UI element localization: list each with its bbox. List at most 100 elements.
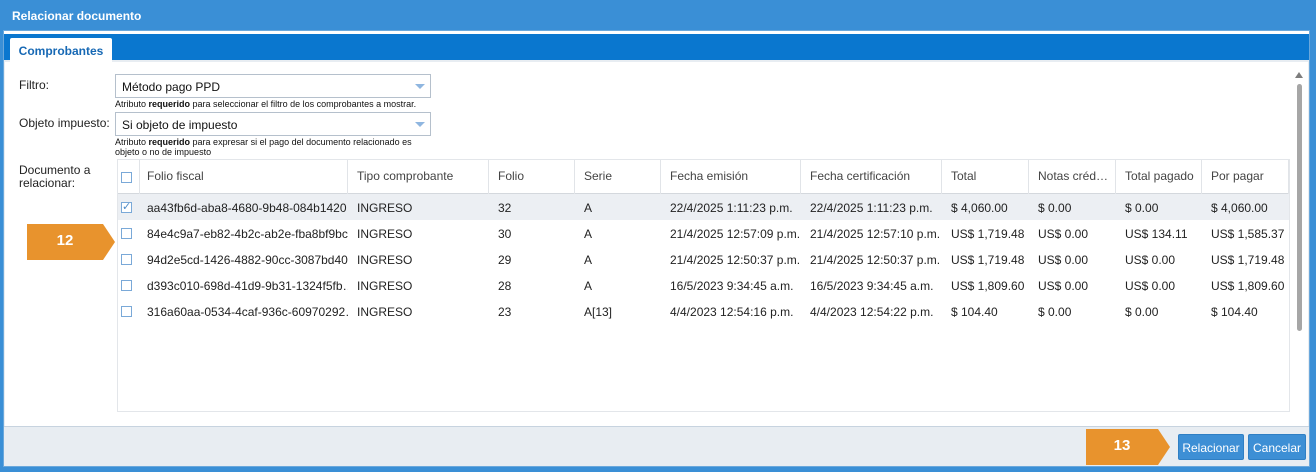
col-fecha-certificacion[interactable]: Fecha certificación (801, 160, 942, 194)
objeto-impuesto-select[interactable]: Si objeto de impuesto (115, 112, 431, 136)
cell-serie: A (584, 279, 593, 293)
col-total[interactable]: Total (942, 160, 1029, 194)
cell-fecha-emision: 22/4/2025 1:11:23 p.m. (670, 201, 793, 215)
grid-header: Folio fiscal Tipo comprobante Folio Seri… (118, 160, 1289, 194)
cell-folio-fiscal: d393c010-698d-41d9-9b31-1324f5fb… (147, 279, 348, 293)
cell-total: $ 104.40 (951, 305, 998, 319)
dialog-footer: 13 Relacionar Cancelar (4, 426, 1309, 466)
cell-total: US$ 1,809.60 (951, 279, 1025, 293)
step-12-callout: 12 (27, 224, 115, 260)
cell-por-pagar: $ 4,060.00 (1211, 201, 1268, 215)
cell-folio: 32 (498, 201, 512, 215)
table-row[interactable]: 94d2e5cd-1426-4882-90cc-3087bd40… INGRESO… (118, 246, 1289, 272)
callout-arrow-icon (1158, 429, 1170, 465)
cell-folio-fiscal: 94d2e5cd-1426-4882-90cc-3087bd40… (147, 253, 348, 267)
cell-total: $ 4,060.00 (951, 201, 1008, 215)
cell-serie: A (584, 227, 593, 241)
chevron-down-icon (415, 122, 425, 127)
cell-serie: A (584, 253, 593, 267)
col-tipo-comprobante[interactable]: Tipo comprobante (348, 160, 489, 194)
cell-fecha-certificacion: 21/4/2025 12:50:37 p.m. (810, 253, 941, 267)
cell-total: US$ 1,719.48 (951, 227, 1025, 241)
cell-folio: 30 (498, 227, 512, 241)
col-fecha-emision[interactable]: Fecha emisión (661, 160, 801, 194)
cell-por-pagar: US$ 1,719.48 (1211, 253, 1285, 267)
step-13-callout: 13 (1086, 429, 1170, 465)
filtro-select-value: Método pago PPD (122, 80, 221, 94)
cell-folio-fiscal: 316a60aa-0534-4caf-936c-60970292… (147, 305, 348, 319)
scroll-up-arrow-icon[interactable] (1295, 72, 1303, 78)
cell-folio: 23 (498, 305, 512, 319)
col-folio-fiscal[interactable]: Folio fiscal (140, 160, 348, 194)
cell-tipo-comprobante: INGRESO (357, 305, 413, 319)
cell-fecha-certificacion: 16/5/2023 9:34:45 a.m. (810, 279, 934, 293)
cell-por-pagar: $ 104.40 (1211, 305, 1258, 319)
cell-folio: 28 (498, 279, 512, 293)
objeto-impuesto-label: Objeto impuesto: (19, 116, 110, 130)
col-notas-credito[interactable]: Notas créd… (1029, 160, 1116, 194)
callout-arrow-icon (103, 224, 115, 260)
cell-por-pagar: US$ 1,585.37 (1211, 227, 1285, 241)
cell-fecha-certificacion: 4/4/2023 12:54:22 p.m. (810, 305, 934, 319)
cell-tipo-comprobante: INGRESO (357, 201, 413, 215)
col-por-pagar[interactable]: Por pagar (1202, 160, 1289, 194)
cell-fecha-emision: 16/5/2023 9:34:45 a.m. (670, 279, 794, 293)
cell-serie: A[13] (584, 305, 613, 319)
relacionar-button[interactable]: Relacionar (1178, 434, 1244, 460)
cancelar-button[interactable]: Cancelar (1248, 434, 1306, 460)
row-checkbox[interactable] (121, 200, 132, 213)
cell-tipo-comprobante: INGRESO (357, 227, 413, 241)
cell-por-pagar: US$ 1,809.60 (1211, 279, 1285, 293)
cell-total-pagado: $ 0.00 (1125, 305, 1159, 319)
dialog-title: Relacionar documento (12, 9, 142, 23)
form-content: Filtro: Método pago PPD Atributo requeri… (5, 62, 1308, 440)
table-row[interactable]: d393c010-698d-41d9-9b31-1324f5fb… INGRESO… (118, 272, 1289, 298)
row-checkbox[interactable] (121, 254, 132, 265)
col-serie[interactable]: Serie (575, 160, 661, 194)
cell-notas-credito: US$ 0.00 (1038, 253, 1089, 267)
relacionar-documento-dialog: Relacionar documento Comprobantes Filtro… (0, 0, 1316, 472)
grid-scrollbar[interactable] (1293, 68, 1305, 444)
cell-tipo-comprobante: INGRESO (357, 279, 413, 293)
cell-notas-credito: $ 0.00 (1038, 305, 1072, 319)
cell-fecha-certificacion: 21/4/2025 12:57:10 p.m. (810, 227, 941, 241)
cell-total-pagado: $ 0.00 (1125, 201, 1159, 215)
tab-comprobantes[interactable]: Comprobantes (10, 38, 112, 63)
table-row[interactable]: aa43fb6d-aba8-4680-9b48-084b1420… INGRESO… (118, 194, 1289, 220)
dialog-panel: Comprobantes Filtro: Método pago PPD Atr… (3, 30, 1310, 467)
cell-serie: A (584, 201, 593, 215)
chevron-down-icon (415, 84, 425, 89)
objeto-impuesto-hint: Atributo requerido para expresar si el p… (115, 137, 412, 157)
scroll-thumb[interactable] (1297, 84, 1302, 331)
cell-fecha-certificacion: 22/4/2025 1:11:23 p.m. (810, 201, 933, 215)
filtro-hint: Atributo requerido para seleccionar el f… (115, 99, 417, 109)
cell-notas-credito: US$ 0.00 (1038, 227, 1089, 241)
row-checkbox[interactable] (121, 280, 132, 291)
objeto-impuesto-select-value: Si objeto de impuesto (122, 118, 238, 132)
select-all-cell (118, 160, 140, 194)
cell-folio-fiscal: 84e4c9a7-eb82-4b2c-ab2e-fba8bf9bc… (147, 227, 348, 241)
cell-fecha-emision: 4/4/2023 12:54:16 p.m. (670, 305, 794, 319)
filtro-select[interactable]: Método pago PPD (115, 74, 431, 98)
comprobantes-grid: Folio fiscal Tipo comprobante Folio Seri… (117, 159, 1290, 412)
cell-fecha-emision: 21/4/2025 12:57:09 p.m. (670, 227, 801, 241)
cell-total: US$ 1,719.48 (951, 253, 1025, 267)
cell-notas-credito: US$ 0.00 (1038, 279, 1089, 293)
cell-notas-credito: $ 0.00 (1038, 201, 1072, 215)
row-checkbox[interactable] (121, 306, 132, 317)
documento-relacionar-label: Documento a relacionar: (19, 163, 91, 190)
cell-total-pagado: US$ 0.00 (1125, 253, 1176, 267)
row-checkbox[interactable] (121, 228, 132, 239)
cell-tipo-comprobante: INGRESO (357, 253, 413, 267)
cell-total-pagado: US$ 0.00 (1125, 279, 1176, 293)
tab-strip: Comprobantes (4, 31, 1309, 63)
col-folio[interactable]: Folio (489, 160, 575, 194)
cell-folio: 29 (498, 253, 512, 267)
table-row[interactable]: 316a60aa-0534-4caf-936c-60970292… INGRESO… (118, 298, 1289, 324)
col-total-pagado[interactable]: Total pagado (1116, 160, 1202, 194)
cell-fecha-emision: 21/4/2025 12:50:37 p.m. (670, 253, 801, 267)
cell-total-pagado: US$ 134.11 (1125, 227, 1188, 241)
select-all-checkbox[interactable] (121, 172, 132, 183)
filtro-label: Filtro: (19, 78, 49, 92)
table-row[interactable]: 84e4c9a7-eb82-4b2c-ab2e-fba8bf9bc… INGRES… (118, 220, 1289, 246)
